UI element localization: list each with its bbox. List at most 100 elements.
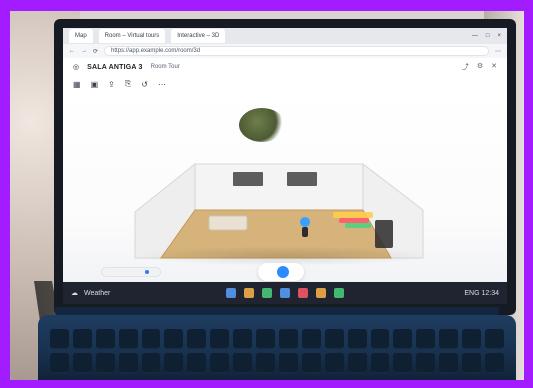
key (210, 353, 230, 373)
browser-urlbar: ← → ⟳ https://app.example.com/room/3d ⋯ (63, 44, 507, 58)
key (462, 353, 482, 373)
browser-tabbar: Map Room – Virtual tours Interactive – 3… (63, 28, 507, 44)
key (370, 353, 390, 373)
key (485, 353, 504, 373)
window-controls: — □ × (472, 33, 507, 39)
screen-content: Map Room – Virtual tours Interactive – 3… (63, 28, 507, 304)
weather-icon: ☁ (71, 290, 78, 297)
room-window-right (287, 172, 317, 186)
colorful-items-2 (339, 218, 369, 223)
key (256, 329, 275, 349)
key (72, 353, 92, 373)
key (485, 329, 504, 349)
key (462, 329, 482, 349)
key (324, 353, 344, 373)
key (393, 353, 413, 373)
chat-icon[interactable] (334, 288, 344, 298)
key (95, 353, 115, 373)
key (347, 353, 367, 373)
key (50, 329, 69, 349)
key (233, 353, 253, 373)
mail-icon[interactable] (298, 288, 308, 298)
key (72, 329, 92, 349)
layout-icon[interactable]: ▣ (91, 80, 99, 89)
url-text: https://app.example.com/room/3d (111, 48, 201, 54)
toolbar: ▦ ▣ ⇪ ⎘ ↺ ⋯ (63, 76, 507, 92)
menu-icon[interactable]: ▦ (73, 80, 81, 89)
store-icon[interactable] (316, 288, 326, 298)
viewport-mini-controls[interactable] (101, 267, 161, 277)
taskbar-left-text: Weather (84, 289, 111, 297)
key (278, 329, 298, 349)
minimize-icon[interactable]: — (472, 33, 478, 39)
key (141, 329, 161, 349)
photo: Map Room – Virtual tours Interactive – 3… (10, 11, 524, 380)
taskbar-right-text: ENG 12:34 (464, 289, 499, 297)
key (439, 329, 459, 349)
search-icon[interactable] (244, 288, 254, 298)
key (187, 353, 207, 373)
taskbar-left: ☁ Weather (71, 289, 111, 298)
files-icon[interactable] (262, 288, 272, 298)
maximize-icon[interactable]: □ (486, 33, 490, 39)
room-back-wall (194, 163, 364, 211)
colorful-items (333, 212, 373, 218)
back-icon[interactable]: ← (69, 48, 75, 54)
browser-icon[interactable] (280, 288, 290, 298)
viewport-indicator-dot (145, 270, 149, 274)
more-icon[interactable]: ⋯ (158, 80, 166, 89)
browser-tab-2[interactable]: Room – Virtual tours (98, 29, 166, 43)
bottom-floating-toolbar[interactable] (258, 263, 304, 281)
app-title: SALA ANTIGA 3 (87, 63, 143, 71)
tab-label: Map (75, 33, 87, 39)
key (210, 329, 230, 349)
key (393, 329, 413, 349)
browser-tab-1[interactable]: Map (69, 29, 93, 43)
key (324, 329, 344, 349)
app-subtitle: Room Tour (150, 64, 180, 70)
3d-viewport[interactable] (63, 92, 507, 282)
key (256, 353, 275, 373)
key (370, 329, 390, 349)
key (164, 329, 184, 349)
avatar-figure (300, 217, 310, 227)
key (164, 353, 184, 373)
key (347, 329, 367, 349)
key (416, 329, 436, 349)
refresh-icon[interactable]: ⟳ (93, 48, 98, 55)
avatar-body (302, 227, 308, 237)
key (278, 353, 298, 373)
colorful-items-3 (345, 223, 371, 228)
close-app-icon[interactable]: ✕ (491, 62, 497, 72)
furniture-shelf (375, 220, 393, 248)
room-window-left (233, 172, 263, 186)
app-logo-icon: ◎ (73, 64, 80, 71)
tab-label: Interactive – 3D (177, 33, 220, 39)
upload-icon[interactable]: ⇪ (108, 80, 115, 89)
save-icon[interactable]: ⎘ (125, 79, 131, 89)
key (118, 353, 138, 373)
tab-label: Room – Virtual tours (104, 33, 160, 39)
app-header-actions: ⤴ ⚙ ✕ (462, 62, 497, 72)
forward-icon[interactable]: → (81, 48, 87, 54)
os-taskbar: ☁ Weather ENG 12:34 (63, 282, 507, 304)
key (118, 329, 138, 349)
key (439, 353, 459, 373)
taskbar-right: ENG 12:34 (464, 290, 499, 297)
start-icon[interactable] (226, 288, 236, 298)
browser-tab-3[interactable]: Interactive – 3D (171, 29, 226, 43)
keyboard (50, 329, 504, 373)
extensions-icon[interactable]: ⋯ (495, 48, 501, 55)
address-field[interactable]: https://app.example.com/room/3d (104, 46, 489, 56)
reset-icon[interactable]: ↺ (141, 80, 148, 89)
key (50, 353, 69, 373)
share-icon[interactable]: ⤴ (462, 62, 469, 72)
key (301, 329, 321, 349)
key (95, 329, 115, 349)
key (141, 353, 161, 373)
primary-action-button[interactable] (277, 266, 289, 278)
settings-icon[interactable]: ⚙ (477, 62, 483, 72)
close-icon[interactable]: × (497, 33, 501, 39)
app-header: ◎ SALA ANTIGA 3 Room Tour ⤴ ⚙ ✕ (63, 58, 507, 76)
key (187, 329, 207, 349)
